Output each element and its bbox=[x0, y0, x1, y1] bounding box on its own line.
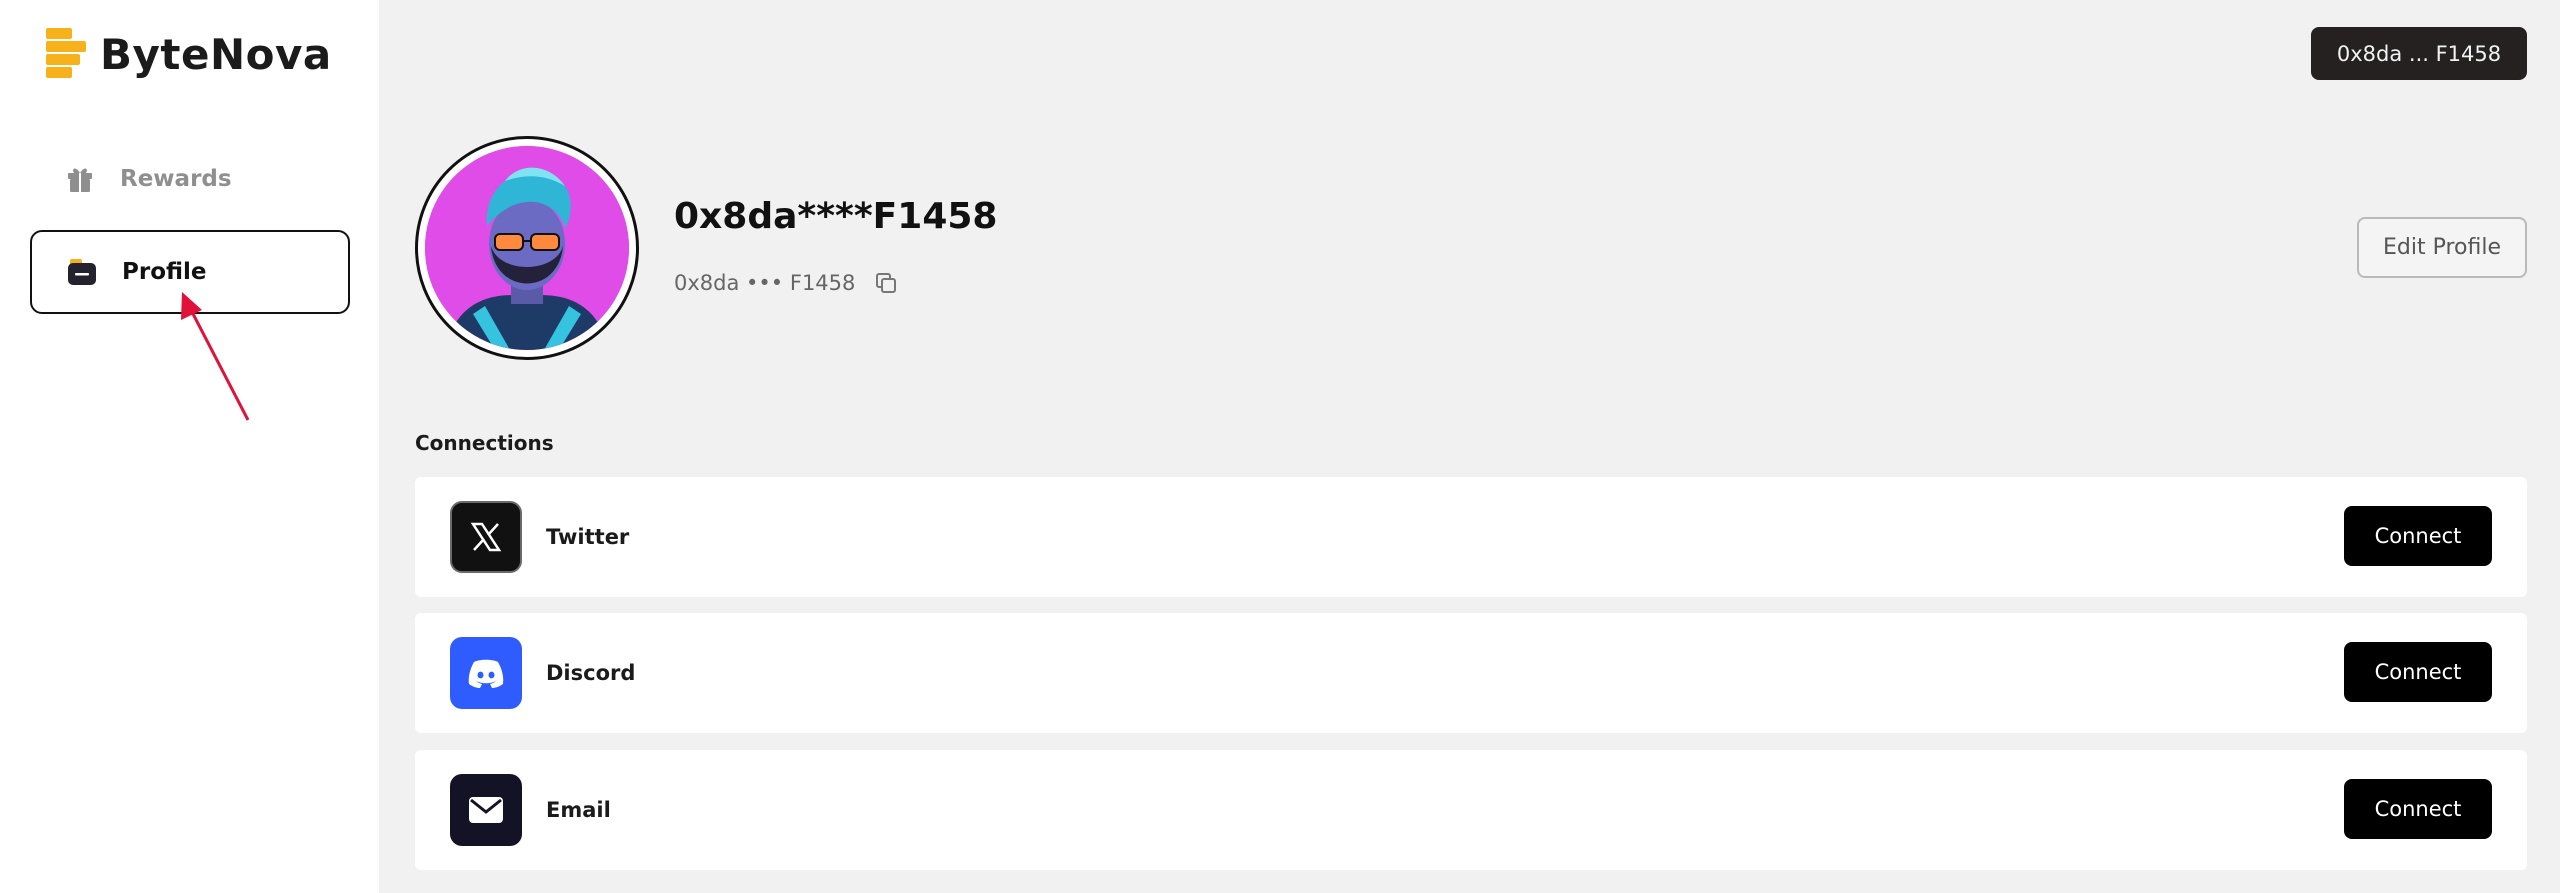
brand-name: ByteNova bbox=[100, 29, 332, 79]
x-icon bbox=[450, 501, 522, 573]
wallet-icon bbox=[64, 254, 100, 290]
annotation-arrow bbox=[181, 292, 250, 421]
wallet-address-button[interactable]: 0x8da ... F1458 bbox=[2311, 27, 2527, 80]
mail-icon bbox=[450, 774, 522, 846]
connection-label: Discord bbox=[546, 661, 636, 685]
connection-card-email: Email Connect bbox=[415, 750, 2527, 870]
connect-email-button[interactable]: Connect bbox=[2344, 779, 2492, 839]
sidebar-item-label: Rewards bbox=[120, 166, 232, 192]
discord-icon bbox=[450, 637, 522, 709]
connect-twitter-button[interactable]: Connect bbox=[2344, 506, 2492, 566]
sidebar: ByteNova Rewards Profile bbox=[0, 0, 379, 893]
profile-short-address: 0x8da ••• F1458 bbox=[674, 271, 856, 295]
avatar-illustration bbox=[425, 146, 629, 350]
connection-card-discord: Discord Connect bbox=[415, 613, 2527, 733]
sidebar-item-rewards[interactable]: Rewards bbox=[30, 137, 350, 221]
brand-logo[interactable]: ByteNova bbox=[46, 28, 332, 80]
edit-profile-button[interactable]: Edit Profile bbox=[2357, 217, 2527, 278]
bytenova-logo-icon bbox=[46, 28, 86, 80]
profile-address-row: 0x8da ••• F1458 bbox=[674, 270, 899, 296]
profile-display-name: 0x8da****F1458 bbox=[674, 196, 998, 237]
connection-label: Twitter bbox=[546, 525, 630, 549]
connect-discord-button[interactable]: Connect bbox=[2344, 642, 2492, 702]
connection-label: Email bbox=[546, 798, 611, 822]
connection-card-twitter: Twitter Connect bbox=[415, 477, 2527, 597]
connections-heading: Connections bbox=[415, 431, 554, 455]
copy-icon[interactable] bbox=[873, 270, 899, 296]
sidebar-item-label: Profile bbox=[122, 259, 207, 285]
gift-icon bbox=[62, 161, 98, 197]
avatar bbox=[415, 136, 639, 360]
